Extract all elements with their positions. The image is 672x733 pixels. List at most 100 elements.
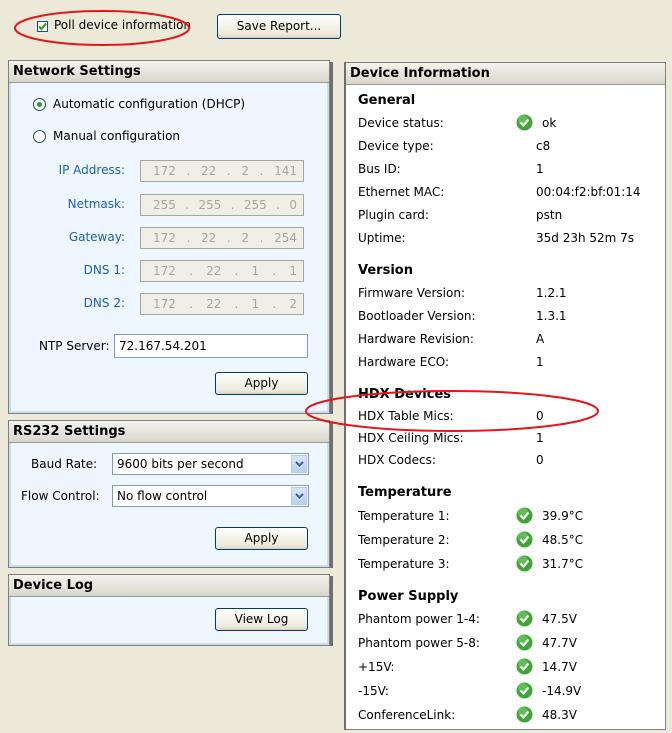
temperature3-label: Temperature 3: (358, 557, 450, 571)
firmware-version-value: 1.2.1 (536, 286, 567, 300)
device-log-panel: Device Log View Log (8, 574, 330, 646)
plus15v-label: +15V: (358, 660, 395, 674)
top-toolbar: Poll device information Save Report... (0, 0, 672, 52)
device-log-title: Device Log (9, 575, 329, 597)
ethernet-mac-label: Ethernet MAC: (358, 185, 445, 199)
network-settings-panel: Network Settings Automatic configuration… (8, 60, 330, 414)
check-icon (516, 507, 533, 524)
temperature2-label: Temperature 2: (358, 533, 450, 547)
device-information-panel: Device Information General Device status… (345, 62, 666, 730)
version-section-title: Version (358, 263, 413, 278)
network-apply-button[interactable]: Apply (215, 372, 308, 395)
phantom-power-5-8-label: Phantom power 5-8: (358, 636, 480, 650)
checkmark-icon (38, 22, 47, 31)
conferencelink-value: 48.3V (542, 708, 577, 722)
panel-shadow (344, 62, 346, 730)
dns1-label: DNS 1: (83, 263, 125, 277)
dns2-label: DNS 2: (83, 296, 125, 310)
general-section-title: General (358, 93, 416, 108)
network-settings-title: Network Settings (9, 61, 329, 83)
hdx-ceiling-mics-value: 1 (536, 431, 544, 445)
phantom-power-1-4-label: Phantom power 1-4: (358, 612, 480, 626)
poll-device-checkbox[interactable] (37, 21, 48, 32)
hdx-table-mics-value: 0 (536, 409, 544, 423)
phantom-power-5-8-value: 47.7V (542, 636, 577, 650)
power-supply-section-title: Power Supply (358, 589, 459, 604)
rs232-settings-panel: RS232 Settings Baud Rate: 9600 bits per … (8, 420, 330, 568)
firmware-version-label: Firmware Version: (358, 286, 465, 300)
bus-id-label: Bus ID: (358, 162, 401, 176)
dhcp-radio[interactable] (33, 98, 46, 111)
rs232-settings-body: Baud Rate: 9600 bits per second Flow Con… (9, 443, 329, 567)
minus15v-value: -14.9V (542, 684, 582, 698)
ip-address-field[interactable]: 172. 22. 2. 141 (140, 160, 304, 182)
plus15v-value: 14.7V (542, 660, 577, 674)
temperature3-value: 31.7°C (542, 557, 584, 571)
network-settings-body: Automatic configuration (DHCP) Manual co… (9, 83, 329, 413)
hardware-eco-label: Hardware ECO: (358, 355, 449, 369)
minus15v-label: -15V: (358, 684, 389, 698)
chevron-down-icon[interactable] (291, 487, 307, 505)
hdx-codecs-label: HDX Codecs: (358, 453, 436, 467)
panel-shadow (330, 62, 333, 414)
check-icon (516, 634, 533, 651)
manual-config-radio[interactable] (33, 130, 46, 143)
check-icon (516, 114, 533, 131)
view-log-button[interactable]: View Log (215, 608, 308, 631)
netmask-label: Netmask: (67, 197, 125, 211)
bootloader-version-label: Bootloader Version: (358, 309, 476, 323)
phantom-power-1-4-value: 47.5V (542, 612, 577, 626)
device-status-value: ok (542, 116, 557, 130)
baud-rate-select[interactable]: 9600 bits per second (112, 453, 309, 475)
check-icon (516, 610, 533, 627)
rs232-apply-button[interactable]: Apply (215, 527, 308, 550)
panel-shadow (330, 576, 333, 646)
check-icon (516, 555, 533, 572)
temperature1-label: Temperature 1: (358, 509, 450, 523)
hardware-revision-value: A (536, 332, 545, 346)
uptime-value: 35d 23h 52m 7s (536, 231, 635, 245)
device-information-title: Device Information (346, 63, 665, 85)
gateway-field[interactable]: 172. 22. 2. 254 (140, 227, 304, 249)
conferencelink-label: ConferenceLink: (358, 708, 456, 722)
temperature1-value: 39.9°C (542, 509, 584, 523)
ntp-server-input[interactable]: 72.167.54.201 (114, 334, 308, 358)
uptime-label: Uptime: (358, 231, 406, 245)
flow-control-label: Flow Control: (21, 489, 100, 503)
hardware-revision-label: Hardware Revision: (358, 332, 474, 346)
flow-control-select[interactable]: No flow control (112, 485, 309, 507)
hdx-devices-section-title: HDX Devices (358, 387, 452, 402)
netmask-field[interactable]: 255. 255. 255. 0 (140, 194, 304, 216)
gateway-label: Gateway: (68, 230, 125, 244)
hdx-codecs-value: 0 (536, 453, 544, 467)
manual-config-label: Manual configuration (53, 129, 181, 143)
plugin-card-label: Plugin card: (358, 208, 429, 222)
save-report-button[interactable]: Save Report... (217, 14, 341, 39)
ip-address-label: IP Address: (58, 163, 125, 177)
dns1-field[interactable]: 172. 22. 1. 1 (140, 260, 304, 282)
device-type-value: c8 (536, 139, 551, 153)
temperature2-value: 48.5°C (542, 533, 584, 547)
baud-rate-label: Baud Rate: (31, 457, 98, 471)
hardware-eco-value: 1 (536, 355, 544, 369)
device-log-body: View Log (9, 597, 329, 645)
hdx-ceiling-mics-label: HDX Ceiling Mics: (358, 431, 464, 445)
device-information-body: General Device status: ok Device type: c… (346, 85, 665, 729)
plugin-card-value: pstn (536, 208, 563, 222)
poll-device-label: Poll device information (54, 18, 192, 32)
dhcp-label: Automatic configuration (DHCP) (53, 97, 246, 111)
bus-id-value: 1 (536, 162, 544, 176)
panel-shadow (330, 422, 333, 568)
ethernet-mac-value: 00:04:f2:bf:01:14 (536, 185, 641, 199)
check-icon (516, 531, 533, 548)
check-icon (516, 706, 533, 723)
check-icon (516, 682, 533, 699)
rs232-settings-title: RS232 Settings (9, 421, 329, 443)
device-type-label: Device type: (358, 139, 434, 153)
chevron-down-icon[interactable] (291, 455, 307, 473)
hdx-table-mics-label: HDX Table Mics: (358, 409, 454, 423)
dns2-field[interactable]: 172. 22. 1. 2 (140, 293, 304, 315)
check-icon (516, 658, 533, 675)
temperature-section-title: Temperature (358, 485, 452, 500)
device-status-label: Device status: (358, 116, 444, 130)
